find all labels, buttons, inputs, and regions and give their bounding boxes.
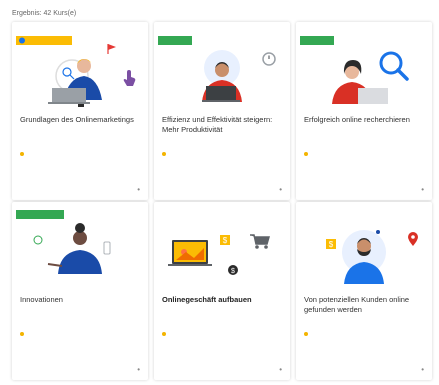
more-options-icon[interactable]: • — [279, 366, 282, 374]
course-meta — [20, 332, 27, 336]
course-title: Grundlagen des Onlinemarketings — [20, 115, 134, 124]
results-count: Ergebnis: 42 Kurs(e) — [12, 10, 77, 17]
dollar-icon: $ — [228, 262, 238, 280]
course-meta — [304, 332, 311, 336]
course-card[interactable]: $ Von potenziellen Kunden online gefunde… — [296, 202, 432, 380]
course-title: Von potenziellen Kunden online gefunden … — [304, 295, 410, 314]
course-card[interactable]: Grundlagen des Onlinemarketings • — [12, 22, 148, 200]
dollar-icon: $ — [326, 238, 336, 256]
course-card[interactable]: $ $ Onlinegeschäft aufbauen • — [154, 202, 290, 380]
map-pin-icon — [408, 232, 418, 251]
search-icon — [378, 50, 410, 87]
course-illustration — [300, 36, 388, 104]
course-meta — [162, 332, 169, 336]
more-options-icon[interactable]: • — [137, 366, 140, 374]
course-meta — [162, 152, 169, 156]
dollar-icon: $ — [220, 234, 230, 252]
course-card[interactable]: Innovationen • — [12, 202, 148, 380]
course-card[interactable]: Effizienz und Effektivität steigern: Meh… — [154, 22, 290, 200]
svg-text:$: $ — [223, 236, 228, 245]
course-title: Onlinegeschäft aufbauen — [162, 295, 252, 304]
course-card[interactable]: Erfolgreich online recherchieren • — [296, 22, 432, 200]
course-title: Erfolgreich online recherchieren — [304, 115, 410, 124]
course-title: Effizienz und Effektivität steigern: Meh… — [162, 115, 273, 134]
course-meta — [304, 152, 311, 156]
course-illustration — [16, 210, 111, 274]
touch-icon — [122, 70, 136, 91]
svg-text:$: $ — [231, 268, 235, 275]
more-options-icon[interactable]: • — [421, 186, 424, 194]
course-title: Innovationen — [20, 295, 63, 304]
more-options-icon[interactable]: • — [279, 186, 282, 194]
course-meta — [20, 152, 27, 156]
play-icon — [106, 42, 118, 60]
timer-icon — [262, 52, 276, 71]
svg-text:$: $ — [329, 240, 334, 249]
more-options-icon[interactable]: • — [137, 186, 140, 194]
more-options-icon[interactable]: • — [421, 366, 424, 374]
course-illustration — [16, 36, 102, 107]
cart-icon — [250, 234, 270, 255]
course-grid: Grundlagen des Onlinemarketings • Effizi… — [12, 22, 432, 380]
